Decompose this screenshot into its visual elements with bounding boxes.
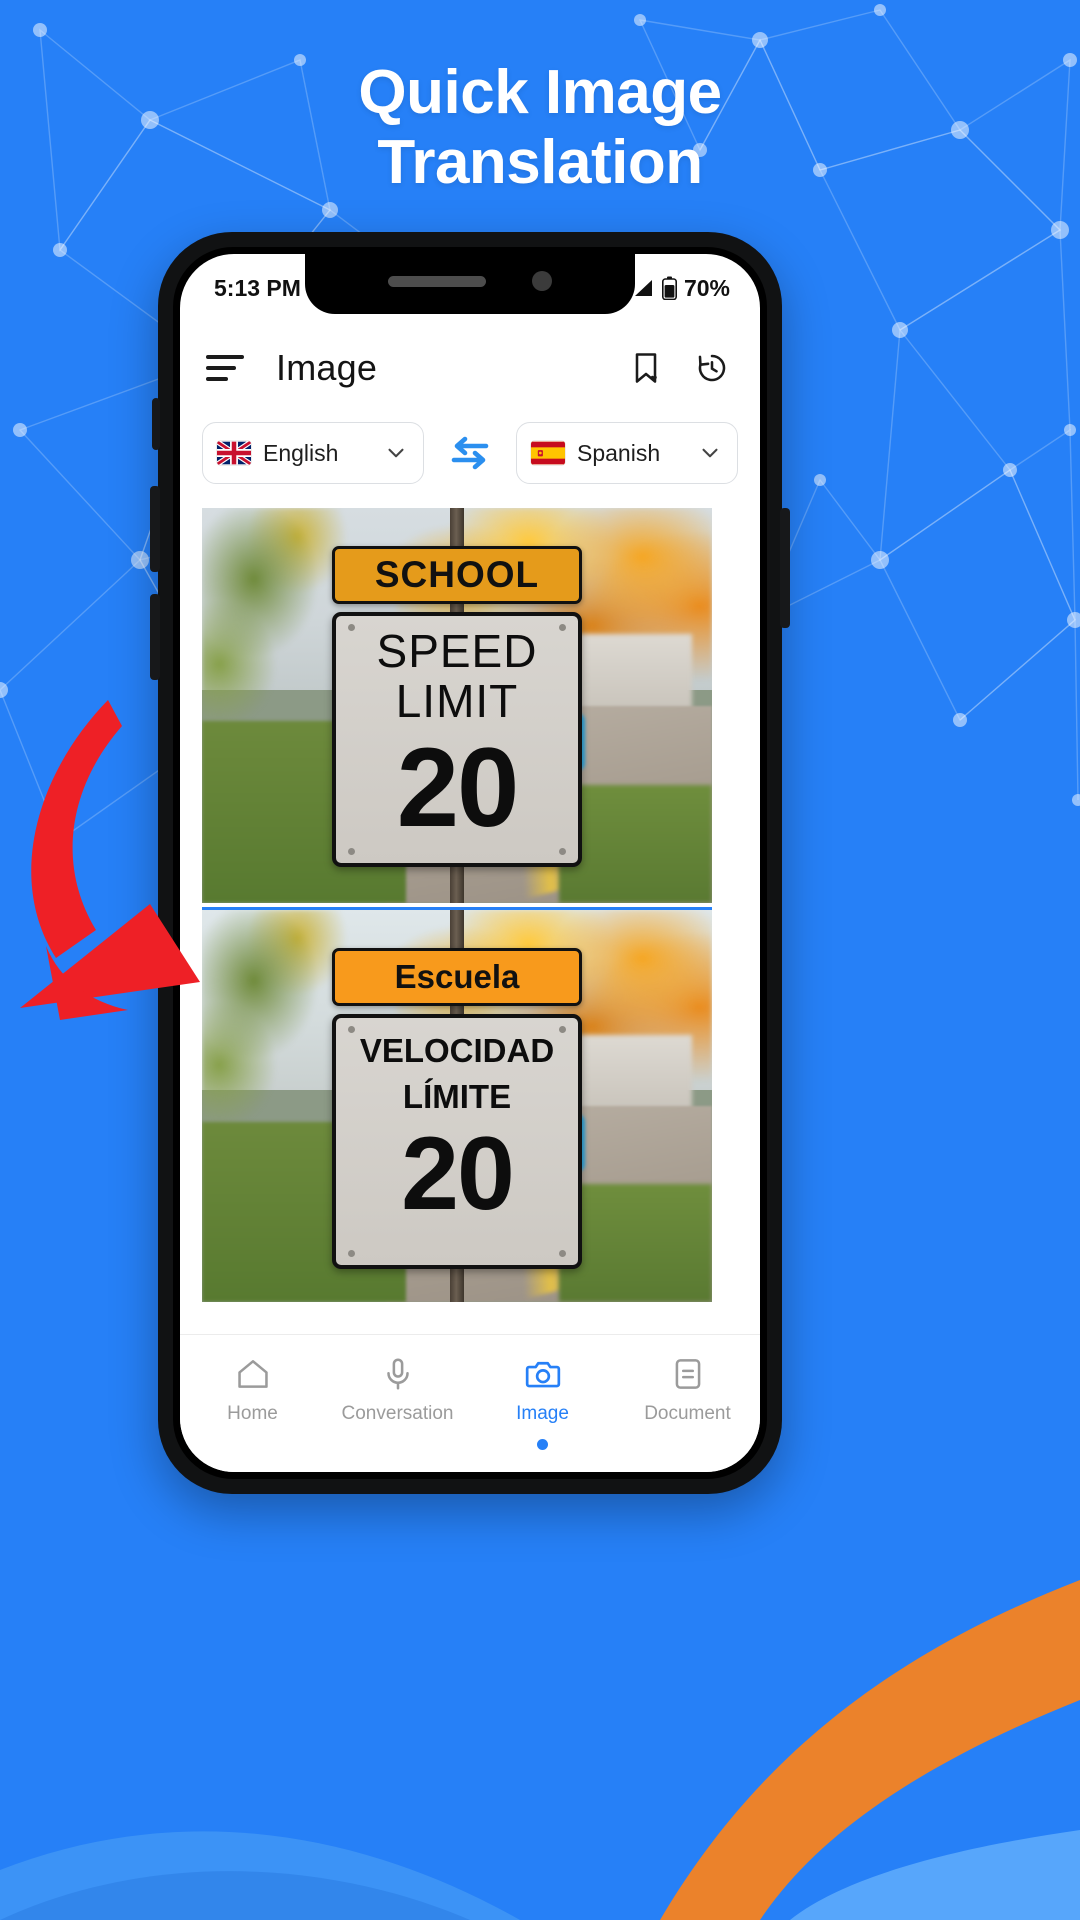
- chevron-down-icon[interactable]: [383, 440, 409, 466]
- headline-line-1: Quick Image: [358, 58, 722, 127]
- headline-line-2: Translation: [377, 128, 703, 198]
- tab-label-image: Image: [516, 1403, 569, 1424]
- promo-headline: Quick Image Translation: [0, 58, 1080, 198]
- tab-conversation[interactable]: Conversation: [325, 1355, 470, 1425]
- speed-limit-sign-translated: VELOCIDAD LÍMITE 20: [332, 1014, 582, 1269]
- phone-notch: [305, 254, 635, 314]
- app-header: Image: [180, 328, 760, 408]
- bookmark-favorite-icon[interactable]: [628, 350, 664, 386]
- page-title: Image: [276, 347, 378, 388]
- uk-flag-icon: [217, 441, 251, 465]
- front-camera-icon: [532, 271, 552, 291]
- original-image[interactable]: SCHOOL SPEED LIMIT 20: [202, 508, 712, 903]
- phone-volume-down-button: [150, 594, 160, 680]
- phone-power-button: [780, 508, 790, 628]
- speed-limit-sign-original: SPEED LIMIT 20: [332, 612, 582, 867]
- chevron-down-icon[interactable]: [697, 440, 723, 466]
- tab-document[interactable]: Document: [615, 1355, 760, 1425]
- phone-screen: 5:13 PM 70% Image English Spanish SCHOOL…: [180, 254, 760, 1472]
- tab-label-conversation: Conversation: [341, 1403, 454, 1424]
- school-sign-translated: Escuela: [332, 948, 582, 1006]
- bottom-tab-bar: Home Conversation Image Document: [180, 1334, 760, 1472]
- speed-line-1-original: SPEED: [376, 625, 538, 677]
- swap-arrows-icon: [451, 436, 489, 470]
- tab-label-document: Document: [644, 1403, 731, 1424]
- spain-flag-icon: [531, 441, 565, 465]
- school-sign-original: SCHOOL: [332, 546, 582, 604]
- translated-image[interactable]: Escuela VELOCIDAD LÍMITE 20: [202, 907, 712, 1302]
- hamburger-menu-icon[interactable]: [206, 353, 244, 383]
- swap-languages-button[interactable]: [442, 433, 498, 473]
- signal-bars-icon: [634, 280, 652, 296]
- speed-value-original: 20: [396, 725, 520, 850]
- battery-percent-label: 70%: [683, 274, 730, 301]
- language-selector-bar: English Spanish: [180, 422, 760, 484]
- speed-line-2-original: LIMIT: [395, 675, 519, 727]
- tab-label-home: Home: [227, 1403, 278, 1424]
- home-icon: [237, 1360, 268, 1388]
- source-language-dropdown[interactable]: English: [202, 422, 424, 484]
- speed-value-translated: 20: [401, 1116, 515, 1232]
- red-pointer-arrow: [20, 700, 200, 1020]
- tab-image[interactable]: Image: [470, 1355, 615, 1450]
- status-time: 5:13 PM: [214, 274, 301, 301]
- target-language-label: Spanish: [577, 439, 661, 466]
- battery-icon: [661, 276, 677, 300]
- phone-mute-button: [152, 398, 160, 450]
- camera-icon: [525, 1361, 560, 1388]
- speaker-grille-icon: [388, 275, 486, 287]
- translation-images: SCHOOL SPEED LIMIT 20 Escuela VELOCIDAD …: [202, 508, 712, 1302]
- document-icon: [675, 1359, 700, 1389]
- speed-line-2-translated: LÍMITE: [402, 1078, 512, 1115]
- speed-line-1-translated: VELOCIDAD: [359, 1032, 555, 1069]
- target-language-dropdown[interactable]: Spanish: [516, 422, 738, 484]
- tab-home[interactable]: Home: [180, 1355, 325, 1425]
- source-language-label: English: [263, 439, 339, 466]
- microphone-icon: [386, 1358, 409, 1390]
- active-tab-indicator: [537, 1439, 548, 1450]
- history-clock-icon[interactable]: [694, 350, 730, 386]
- phone-volume-up-button: [150, 486, 160, 572]
